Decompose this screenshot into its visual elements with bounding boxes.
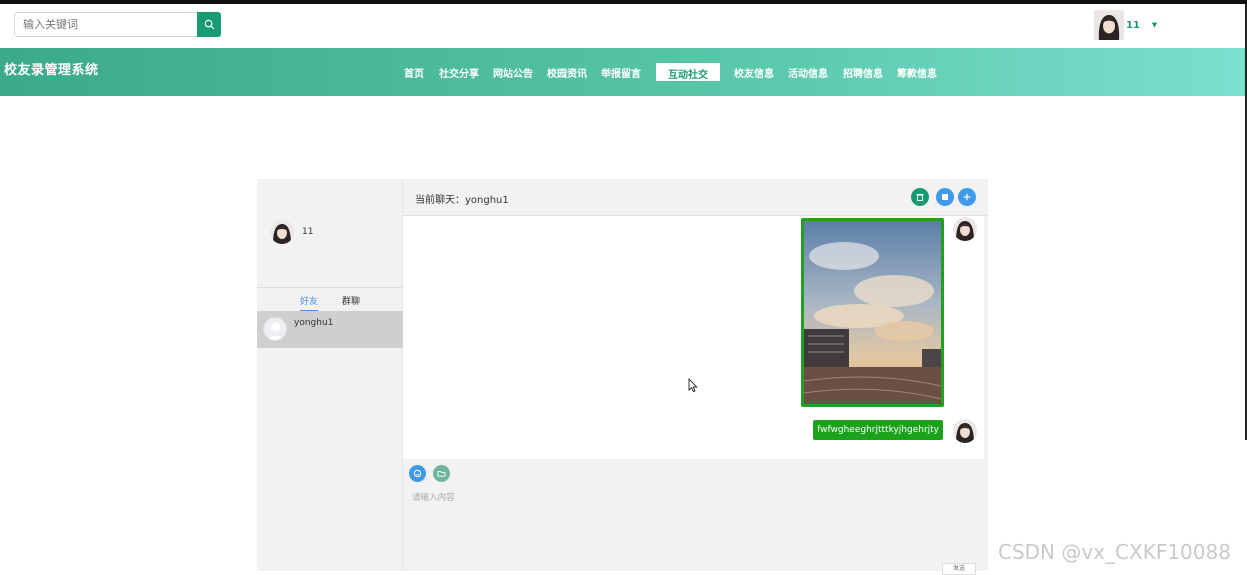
- contact-tabs: 好友 群聊: [257, 287, 403, 312]
- current-user-name: 11: [302, 227, 314, 237]
- tab-friends[interactable]: 好友: [300, 294, 318, 307]
- nav-item-campus-news[interactable]: 校园资讯: [547, 65, 587, 80]
- message-bubble: fwfwgheeghrjtttkyjhgehrjty: [813, 420, 943, 440]
- site-title: 校友录管理系统: [4, 63, 99, 78]
- avatar: [953, 419, 977, 443]
- nav-item-home[interactable]: 首页: [404, 65, 424, 80]
- chat-sidebar: 11 好友 群聊 yonghu1: [257, 179, 403, 571]
- avatar: [270, 220, 294, 244]
- grid-icon: [942, 194, 948, 200]
- friend-list-item[interactable]: yonghu1: [257, 311, 403, 348]
- friend-avatar: [263, 317, 287, 341]
- emoji-icon: [413, 469, 422, 478]
- search-icon: [204, 19, 214, 30]
- nav-item-recruitment[interactable]: 招聘信息: [843, 65, 883, 80]
- nav-item-alumni-info[interactable]: 校友信息: [734, 65, 774, 80]
- mouse-cursor-icon: [688, 378, 698, 393]
- friend-name: yonghu1: [294, 318, 334, 328]
- chat-header: 当前聊天：yonghu1: [403, 179, 988, 216]
- chat-panel: 11 好友 群聊 yonghu1 当前聊天：yonghu1 fwfwgheegh…: [257, 179, 988, 575]
- file-button[interactable]: [433, 465, 450, 482]
- tab-groups[interactable]: 群聊: [342, 294, 360, 307]
- message-image[interactable]: [801, 218, 944, 407]
- nav-item-social-share[interactable]: 社交分享: [439, 65, 479, 80]
- add-button[interactable]: [958, 188, 976, 206]
- folder-icon: [437, 471, 446, 477]
- main-nav: 校友录管理系统 首页 社交分享 网站公告 校园资讯 举报留言 互动社交 校友信息…: [0, 48, 1245, 96]
- search-bar: [14, 12, 221, 37]
- plus-icon: [963, 193, 971, 201]
- message-list: fwfwgheeghrjtttkyjhgehrjty: [403, 216, 984, 459]
- avatar: [953, 217, 977, 241]
- message-input[interactable]: [412, 491, 972, 551]
- user-menu[interactable]: 11 ▼: [1094, 10, 1157, 40]
- search-button[interactable]: [197, 12, 221, 37]
- search-input[interactable]: [14, 12, 198, 37]
- nav-item-fundraising[interactable]: 筹款信息: [897, 65, 937, 80]
- nav-item-activities[interactable]: 活动信息: [788, 65, 828, 80]
- chat-title: 当前聊天：yonghu1: [415, 195, 509, 206]
- nav-item-announcements[interactable]: 网站公告: [493, 65, 533, 80]
- trash-icon: [916, 194, 924, 201]
- nav-item-interaction[interactable]: 互动社交: [656, 63, 720, 81]
- nav-item-report-message[interactable]: 举报留言: [601, 65, 641, 80]
- current-user: 11: [270, 220, 313, 244]
- emoji-button[interactable]: [409, 465, 426, 482]
- send-button[interactable]: 发送: [942, 563, 976, 575]
- username: 11: [1126, 19, 1140, 31]
- window-top-border: [0, 0, 1247, 4]
- delete-button[interactable]: [911, 188, 929, 206]
- caret-down-icon: ▼: [1151, 21, 1158, 29]
- watermark: CSDN @vx_CXKF10088: [998, 540, 1231, 564]
- avatar: [1094, 10, 1124, 40]
- details-button[interactable]: [936, 188, 954, 206]
